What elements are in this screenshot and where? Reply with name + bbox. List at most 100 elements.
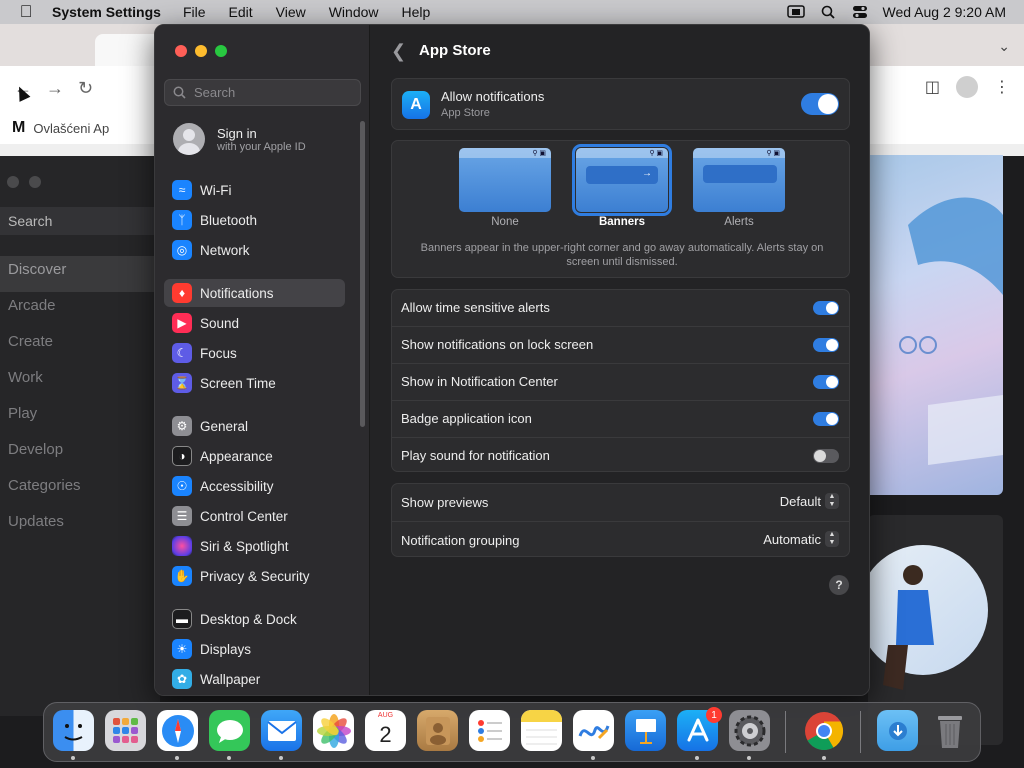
freeform-icon[interactable] — [573, 710, 614, 751]
sidebar-item-privacy-security[interactable]: ✋ Privacy & Security — [164, 562, 345, 590]
notification-center-toggle[interactable] — [813, 375, 839, 389]
sidebar-item-general[interactable]: ⚙ General — [164, 412, 345, 440]
forward-arrow-icon[interactable]: → — [46, 78, 64, 99]
apple-menu-icon[interactable]:  — [0, 2, 52, 22]
alert-style-card: ⚲ ▣ ⚲ ▣ → ⚲ ▣ None Banners Alerts Banner… — [391, 140, 850, 278]
reload-icon[interactable]: ↻ — [78, 78, 93, 99]
bookmark-logo[interactable]: M — [12, 119, 25, 137]
messages-icon[interactable] — [209, 710, 250, 751]
system-settings-window: Search Sign in with your Apple ID ≈ Wi-F… — [154, 24, 870, 696]
menu-app-name[interactable]: System Settings — [52, 4, 161, 20]
notification-options-card: Allow time sensitive alerts Show notific… — [391, 289, 850, 472]
menu-help[interactable]: Help — [402, 4, 431, 20]
sidebar-item-sound[interactable]: ▶ Sound — [164, 309, 345, 337]
sidebar-item-appearance[interactable]: ◑ Appearance — [164, 442, 345, 470]
toggle-label: Show notifications on lock screen — [401, 337, 594, 352]
menu-mini-icons: ⚲ ▣ — [649, 150, 663, 157]
sidebar-item-displays[interactable]: ☀ Displays — [164, 635, 345, 663]
appstore-nav-discover[interactable]: Discover — [0, 256, 160, 292]
downloads-folder-icon[interactable] — [877, 710, 918, 751]
sidebar-item-wallpaper[interactable]: ✿ Wallpaper — [164, 665, 345, 693]
more-menu-icon[interactable]: ⋮ — [994, 77, 1010, 97]
badge-toggle[interactable] — [813, 412, 839, 426]
reminders-icon[interactable] — [469, 710, 510, 751]
bookmark-item[interactable]: Ovlašćeni Ap — [33, 121, 109, 136]
appstore-nav-work[interactable]: Work — [8, 364, 160, 400]
screen-mirroring-icon[interactable] — [786, 5, 805, 19]
calendar-day: 2 — [379, 722, 392, 747]
allow-notifications-toggle[interactable] — [801, 93, 839, 115]
appstore-nav-play[interactable]: Play — [8, 400, 160, 436]
app-store-running-indicator — [695, 756, 699, 760]
side-panel-icon[interactable]: ◫ — [925, 77, 940, 97]
back-chevron-icon[interactable]: ❮ — [391, 41, 406, 62]
toggle-row-lock-screen: Show notifications on lock screen — [392, 327, 849, 364]
zoom-window-button[interactable] — [215, 45, 227, 57]
mail-icon[interactable] — [261, 710, 302, 751]
lock-screen-toggle[interactable] — [813, 338, 839, 352]
appstore-search[interactable]: Search — [0, 207, 160, 235]
minimize-window-button[interactable] — [195, 45, 207, 57]
sidebar-scrollbar[interactable] — [360, 121, 365, 427]
time-sensitive-toggle[interactable] — [813, 301, 839, 315]
style-option-alerts[interactable]: ⚲ ▣ — [693, 148, 785, 212]
toggle-label: Play sound for notification — [401, 448, 550, 463]
sidebar-item-network[interactable]: ◎ Network — [164, 236, 345, 264]
spotlight-search-icon[interactable] — [819, 5, 837, 19]
toggle-row-play-sound: Play sound for notification — [392, 438, 849, 475]
sidebar-item-label: Bluetooth — [200, 212, 258, 228]
appstore-nav-updates[interactable]: Updates — [8, 508, 160, 544]
menu-view[interactable]: View — [276, 4, 306, 20]
sidebar-item-label: Accessibility — [200, 478, 274, 494]
calendar-icon[interactable]: AUG 2 — [365, 710, 406, 751]
globe-icon: ◎ — [172, 240, 192, 260]
sidebar-item-label: Siri & Spotlight — [200, 538, 289, 554]
launchpad-icon[interactable] — [105, 710, 146, 751]
notes-icon[interactable] — [521, 710, 562, 751]
chrome-icon[interactable] — [803, 710, 844, 751]
notification-grouping-value: Automatic — [763, 531, 821, 547]
sidebar-item-label: Notifications — [200, 285, 274, 301]
close-window-button[interactable] — [175, 45, 187, 57]
appstore-nav-categories[interactable]: Categories — [8, 472, 160, 508]
appstore-nav-develop[interactable]: Develop — [8, 436, 160, 472]
hourglass-icon: ⌛ — [172, 373, 192, 393]
menu-edit[interactable]: Edit — [229, 4, 253, 20]
trash-icon[interactable] — [929, 710, 970, 751]
menu-file[interactable]: File — [183, 4, 206, 20]
play-sound-toggle[interactable] — [813, 449, 839, 463]
style-label-none: None — [491, 216, 519, 228]
appstore-nav-create[interactable]: Create — [8, 328, 160, 364]
sidebar-item-accessibility[interactable]: ☉ Accessibility — [164, 472, 345, 500]
contacts-icon[interactable] — [417, 710, 458, 751]
style-option-none[interactable]: ⚲ ▣ — [459, 148, 551, 212]
sidebar-item-bluetooth[interactable]: ᛉ Bluetooth — [164, 206, 345, 234]
safari-icon[interactable] — [157, 710, 198, 751]
sidebar-item-desktop-dock[interactable]: ▬ Desktop & Dock — [164, 605, 345, 633]
finder-icon[interactable] — [53, 710, 94, 751]
apple-id-sign-in[interactable]: Sign in with your Apple ID — [173, 123, 306, 155]
sidebar-search-input[interactable]: Search — [164, 79, 361, 106]
photos-icon[interactable] — [313, 710, 354, 751]
system-settings-icon[interactable] — [729, 710, 770, 751]
control-center-icon[interactable] — [851, 5, 869, 19]
profile-avatar[interactable] — [956, 76, 978, 98]
sidebar-item-focus[interactable]: ☾ Focus — [164, 339, 345, 367]
keynote-icon[interactable] — [625, 710, 666, 751]
allow-notifications-title: Allow notifications — [441, 89, 545, 104]
sidebar-item-wifi[interactable]: ≈ Wi-Fi — [164, 176, 345, 204]
tab-search-chevron-icon[interactable]: ⌄ — [998, 38, 1010, 55]
sidebar-item-control-center[interactable]: ☰ Control Center — [164, 502, 345, 530]
sidebar-item-screen-time[interactable]: ⌛ Screen Time — [164, 369, 345, 397]
notification-grouping-select[interactable]: Automatic ▲ ▼ — [763, 531, 839, 547]
style-option-banners[interactable]: ⚲ ▣ → — [572, 144, 672, 216]
menu-datetime[interactable]: Wed Aug 2 9:20 AM — [883, 4, 1007, 20]
sidebar-item-notifications[interactable]: ♦ Notifications — [164, 279, 345, 307]
help-button[interactable]: ? — [829, 575, 849, 595]
show-previews-select[interactable]: Default ▲ ▼ — [780, 493, 839, 509]
sidebar-item-siri-spotlight[interactable]: Siri & Spotlight — [164, 532, 345, 560]
notification-grouping-row: Notification grouping Automatic ▲ ▼ — [392, 521, 849, 558]
menu-window[interactable]: Window — [329, 4, 379, 20]
appstore-nav-arcade[interactable]: Arcade — [8, 292, 160, 328]
show-previews-value: Default — [779, 493, 821, 509]
